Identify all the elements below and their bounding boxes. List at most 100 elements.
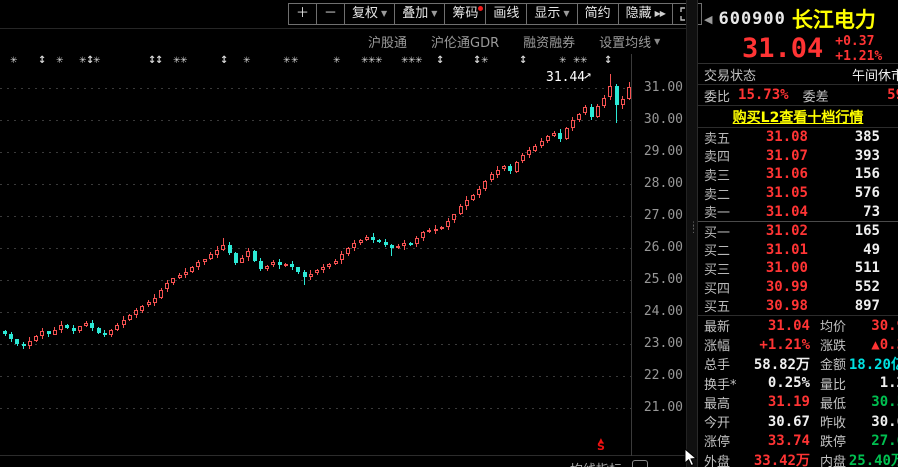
stat-row: 总手58.82万金额18.20亿 (698, 354, 898, 373)
gridline (0, 216, 632, 217)
candle-body (109, 330, 113, 335)
candle-body (515, 162, 519, 172)
event-s-marker[interactable]: ▲ S (597, 438, 605, 450)
candle-body (22, 344, 26, 346)
level-label: 买一 (704, 222, 738, 241)
event-star-icon[interactable]: ✳ (10, 55, 18, 67)
candle-body (346, 248, 350, 254)
level-label: 买二 (704, 240, 738, 259)
margin-trading-link[interactable]: 融资融券 (523, 32, 575, 51)
event-star-icon[interactable]: ✳ (291, 55, 299, 67)
event-star-icon[interactable]: ✳ (243, 55, 251, 67)
candle-body (621, 99, 625, 105)
stat-row: 今开30.67昨收30.6 (698, 412, 898, 431)
kline-chart-area: 31.44→ ▲ S ✳↕✳✳↕✳↕↕✳✳↕✳✳✳✳✳✳✳✳✳✳↕↕✳↕✳✳✳↕… (0, 54, 686, 456)
bid-row[interactable]: 买五30.98897 (698, 296, 898, 315)
level-label: 卖二 (704, 184, 738, 203)
candle-body (72, 328, 76, 331)
candle-body (90, 323, 94, 328)
axis-tick-label: 24.00 (633, 304, 683, 319)
candle-body (340, 254, 344, 260)
event-arrow-icon[interactable]: ↕ (155, 55, 163, 67)
candle-body (533, 146, 537, 151)
candle-body (28, 341, 32, 346)
display-button[interactable]: 显示▼ (526, 3, 577, 25)
bid-row[interactable]: 买四30.99552 (698, 278, 898, 297)
candle-body (377, 240, 381, 242)
candle-body (115, 325, 119, 330)
stat-label: 涨跌 (820, 335, 846, 354)
chips-button[interactable]: 筹码 (444, 3, 486, 25)
event-arrow-icon[interactable]: ↕ (436, 55, 444, 67)
collapse-panel-icon[interactable]: ◀ (704, 13, 712, 26)
event-arrow-icon[interactable]: ↕ (604, 55, 612, 67)
event-star-icon[interactable]: ✳ (580, 55, 588, 67)
candle-body (309, 274, 313, 277)
event-star-icon[interactable]: ✳ (180, 55, 188, 67)
hu-lun-tong-gdr-link[interactable]: 沪伦通GDR (431, 32, 499, 51)
event-star-icon[interactable]: ✳ (559, 55, 567, 67)
candle-body (496, 170, 500, 175)
zoom-out-button[interactable]: － (316, 3, 345, 25)
simple-mode-button[interactable]: 简约 (577, 3, 619, 25)
stat-details: 最新31.04均价30.9涨幅+1.21%涨跌▲0.3总手58.82万金额18.… (698, 316, 898, 467)
candle-body (565, 128, 569, 139)
stat-label: 量比 (820, 374, 846, 393)
hide-button[interactable]: 隐藏▶▶ (618, 3, 673, 25)
candle-body (34, 336, 38, 341)
level-volume: 393 (855, 148, 898, 164)
event-arrow-icon[interactable]: ↕ (220, 55, 228, 67)
clipped-tab-box (632, 460, 648, 467)
ask-row[interactable]: 卖四31.07393 (698, 147, 898, 166)
stat-label: 最低 (820, 393, 846, 412)
kline-plot[interactable]: 31.44→ ▲ S ✳↕✳✳↕✳↕↕✳✳↕✳✳✳✳✳✳✳✳✳✳↕↕✳↕✳✳✳↕ (0, 54, 632, 456)
level-price: 31.00 (738, 260, 808, 276)
last-price: 31.04 (742, 34, 823, 64)
candle-body (471, 195, 475, 200)
chevron-down-icon: ▼ (431, 4, 437, 24)
buy-l2-link[interactable]: 购买L2查看十档行情 (733, 107, 864, 127)
level-volume: 156 (855, 166, 898, 182)
event-star-icon[interactable]: ✳ (481, 55, 489, 67)
hu-gu-tong-link[interactable]: 沪股通 (368, 32, 407, 51)
stat-label: 今开 (704, 412, 748, 431)
candle-body (421, 232, 425, 238)
event-arrow-icon[interactable]: ↕ (519, 55, 527, 67)
candle-body (371, 237, 375, 240)
axis-tick-label: 29.00 (633, 144, 683, 159)
candle-body (365, 237, 369, 240)
ask-row[interactable]: 卖一31.0473 (698, 202, 898, 221)
stat-row: 换手*0.25%量比1.2 (698, 374, 898, 393)
event-star-icon[interactable]: ✳ (415, 55, 423, 67)
draw-line-button[interactable]: 画线 (485, 3, 527, 25)
zoom-in-button[interactable]: ＋ (288, 3, 317, 25)
level-price: 31.07 (738, 148, 808, 164)
ask-row[interactable]: 卖三31.06156 (698, 165, 898, 184)
bid-row[interactable]: 买二31.0149 (698, 241, 898, 260)
event-arrow-icon[interactable]: ↕ (38, 55, 46, 67)
candle-body (47, 331, 51, 334)
level-price: 30.99 (738, 279, 808, 295)
candle-body (147, 302, 151, 305)
event-star-icon[interactable]: ✳ (93, 55, 101, 67)
event-star-icon[interactable]: ✳ (333, 55, 341, 67)
axis-tick-label: 22.00 (633, 368, 683, 383)
event-star-icon[interactable]: ✳ (56, 55, 64, 67)
stat-value: 18.20亿 (849, 354, 898, 373)
adjust-price-button[interactable]: 复权▼ (344, 3, 395, 25)
ask-row[interactable]: 卖二31.05576 (698, 184, 898, 203)
event-star-icon[interactable]: ✳ (283, 55, 291, 67)
bid-row[interactable]: 买三31.00511 (698, 259, 898, 278)
bid-row[interactable]: 买一31.02165 (698, 222, 898, 241)
event-star-icon[interactable]: ✳ (375, 55, 383, 67)
candle-body (321, 267, 325, 270)
stat-label: 跌停 (820, 431, 846, 450)
panel-splitter[interactable]: ⋮⋮ (686, 0, 698, 467)
bottom-clipped-tabs[interactable]: 均线指标 (570, 459, 680, 467)
level-volume: 511 (855, 260, 898, 276)
level-volume: 49 (863, 242, 898, 258)
overlay-button[interactable]: 叠加▼ (394, 3, 445, 25)
ask-row[interactable]: 卖五31.08385 (698, 128, 898, 147)
level-price: 30.98 (738, 298, 808, 314)
ma-settings-button[interactable]: 设置均线▼ (599, 32, 660, 51)
